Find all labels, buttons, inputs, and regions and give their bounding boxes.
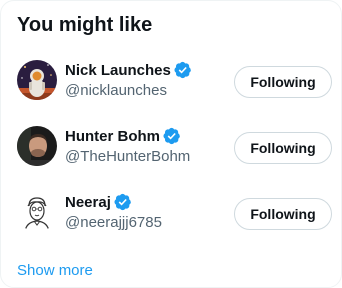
photo-portrait-avatar-icon [17, 126, 57, 166]
who-to-follow-panel: You might like Nick Launches @nicklaunch… [0, 0, 342, 288]
show-more-link[interactable]: Show more [17, 261, 93, 281]
avatar[interactable] [17, 60, 57, 100]
following-button[interactable]: Following [234, 66, 332, 98]
following-button[interactable]: Following [234, 198, 332, 230]
astronaut-avatar-icon [17, 60, 57, 100]
user-display-name[interactable]: Hunter Bohm [65, 128, 160, 145]
verified-badge-icon [163, 127, 181, 145]
following-button[interactable]: Following [234, 132, 332, 164]
user-handle[interactable]: @nicklaunches [65, 81, 225, 101]
user-handle[interactable]: @neerajjj6785 [65, 213, 225, 233]
verified-badge-icon [114, 193, 132, 211]
avatar[interactable] [17, 126, 57, 166]
verified-badge-icon [174, 61, 192, 79]
user-display-name[interactable]: Neeraj [65, 194, 111, 211]
user-cell[interactable]: Nick Launches @nicklaunches Following [1, 47, 341, 113]
panel-title: You might like [17, 14, 153, 36]
avatar[interactable] [17, 192, 57, 232]
sketch-portrait-avatar-icon [17, 192, 57, 232]
user-display-name[interactable]: Nick Launches [65, 62, 171, 79]
user-cell[interactable]: Hunter Bohm @TheHunterBohm Following [1, 113, 341, 179]
user-cell[interactable]: Neeraj @neerajjj6785 Following [1, 179, 341, 245]
user-handle[interactable]: @TheHunterBohm [65, 147, 225, 167]
